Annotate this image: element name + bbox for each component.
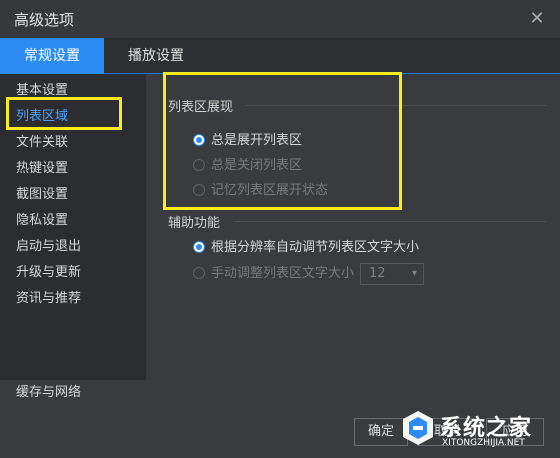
sidebar-item-startup-exit[interactable]: 启动与退出 [0, 234, 146, 260]
sidebar-item-news[interactable]: 资讯与推荐 [0, 286, 146, 312]
sidebar-highlight-box [6, 97, 122, 130]
watermark: 系统之家 XITONGZHIJIA.NET [396, 404, 558, 456]
section-divider [234, 221, 546, 222]
chevron-down-icon: ▾ [411, 268, 417, 279]
window-title: 高级选项 [14, 11, 75, 29]
sidebar-item-cache-network[interactable]: 缓存与网络 [0, 380, 146, 406]
sidebar-item-upgrade[interactable]: 升级与更新 [0, 260, 146, 286]
radio-label: 手动调整列表区文字大小 [211, 266, 355, 281]
close-icon[interactable]: ✕ [526, 8, 548, 30]
section-highlight-box [163, 72, 402, 210]
radio-auto-font-size[interactable]: 根据分辨率自动调节列表区文字大小 [193, 238, 453, 258]
radio-manual-font-size[interactable]: 手动调整列表区文字大小 [193, 264, 363, 284]
sidebar-item-file-association[interactable]: 文件关联 [0, 130, 146, 156]
font-size-value: 12 [369, 266, 386, 281]
font-size-select[interactable]: 12 ▾ [360, 263, 424, 285]
section-title-assist: 辅助功能 [168, 216, 221, 231]
tab-bar: 常规设置 播放设置 [0, 38, 560, 74]
radio-checked-icon [193, 241, 205, 253]
sidebar-item-screenshot[interactable]: 截图设置 [0, 182, 146, 208]
sidebar-item-hotkeys[interactable]: 热键设置 [0, 156, 146, 182]
radio-unchecked-icon [193, 267, 205, 279]
tab-playback-settings[interactable]: 播放设置 [114, 38, 198, 74]
tab-general-settings[interactable]: 常规设置 [0, 38, 104, 74]
title-bar: 高级选项 ✕ [0, 0, 560, 38]
watermark-subtext: XITONGZHIJIA.NET [442, 438, 525, 448]
radio-label: 根据分辨率自动调节列表区文字大小 [211, 240, 420, 255]
sidebar-item-privacy[interactable]: 隐私设置 [0, 208, 146, 234]
watermark-logo-icon [403, 411, 433, 445]
